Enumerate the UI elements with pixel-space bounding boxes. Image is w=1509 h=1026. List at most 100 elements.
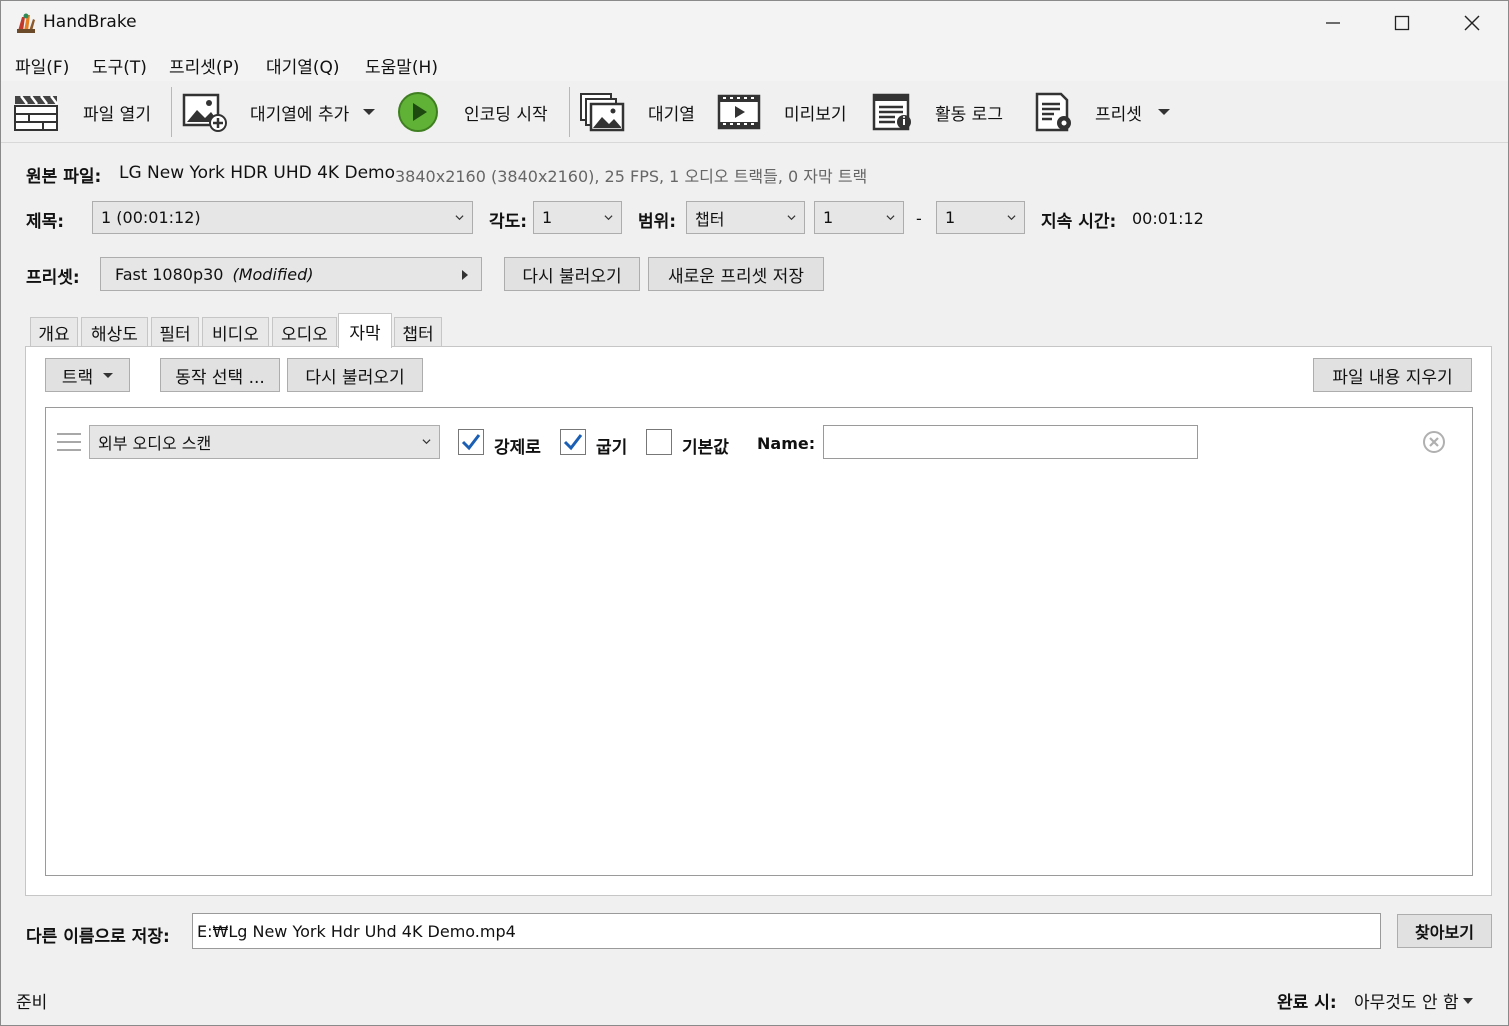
when-done-label: 완료 시:	[1277, 993, 1337, 1013]
start-encode-label: 인코딩 시작	[464, 104, 548, 125]
forced-label: 강제로	[494, 438, 541, 458]
play-icon	[398, 92, 438, 132]
range-label: 범위:	[638, 212, 677, 232]
angle-select[interactable]: 1	[533, 201, 622, 234]
add-to-queue-label: 대기열에 추가	[250, 104, 350, 125]
menu-help[interactable]: 도움말(H)	[365, 53, 438, 78]
preview-label: 미리보기	[784, 104, 847, 125]
menu-presets[interactable]: 프리셋(P)	[169, 53, 239, 78]
preset-modified: (Modified)	[232, 264, 314, 284]
toolbar-separator	[569, 87, 570, 137]
subtitle-track-list	[45, 407, 1473, 876]
chevron-down-icon	[886, 214, 895, 220]
destination-path-input[interactable]: E:₩Lg New York Hdr Uhd 4K Demo.mp4	[192, 913, 1381, 949]
range-start-select[interactable]: 1	[814, 201, 904, 234]
menu-bar: 파일(F) 도구(T) 프리셋(P) 대기열(Q) 도움말(H)	[1, 45, 1508, 81]
open-file-label: 파일 열기	[83, 104, 151, 125]
burn-in-label: 굽기	[596, 438, 628, 458]
handbrake-window: HandBrake 파일(F) 도구(T) 프리셋(P) 대기열(Q) 도움말(…	[0, 0, 1509, 1026]
maximize-button[interactable]	[1367, 1, 1437, 45]
tab-video[interactable]: 비디오	[202, 317, 269, 347]
burn-in-checkbox[interactable]	[560, 429, 586, 455]
queue-label: 대기열	[648, 104, 695, 125]
close-button[interactable]	[1437, 1, 1507, 45]
tab-summary[interactable]: 개요	[30, 317, 78, 347]
browse-button[interactable]: 찾아보기	[1397, 914, 1492, 948]
open-file-button[interactable]: 파일 열기	[13, 81, 151, 143]
menu-file[interactable]: 파일(F)	[15, 53, 69, 78]
queue-button[interactable]: 대기열	[579, 81, 695, 143]
range-dash: -	[916, 209, 922, 228]
toolbar: 파일 열기 대기열에 추가 인코딩 시작 대기열 미리보기 활동 로그 프리셋	[1, 81, 1508, 143]
minimize-button[interactable]	[1298, 1, 1368, 45]
save-new-preset-button[interactable]: 새로운 프리셋 저장	[648, 257, 824, 291]
title-select-value: 1 (00:01:12)	[101, 208, 201, 227]
tracks-dropdown-icon	[103, 372, 114, 378]
title-label: 제목:	[26, 212, 65, 232]
activity-log-icon	[872, 93, 911, 131]
tab-filters[interactable]: 필터	[151, 317, 199, 347]
window-title: HandBrake	[43, 12, 137, 32]
add-to-queue-dropdown-icon[interactable]	[363, 109, 376, 115]
range-type-select[interactable]: 챕터	[686, 201, 805, 234]
forced-checkbox[interactable]	[458, 429, 484, 455]
track-name-input[interactable]	[823, 425, 1198, 459]
clear-subtitles-button[interactable]: 파일 내용 지우기	[1313, 358, 1472, 392]
angle-select-value: 1	[542, 208, 553, 227]
chevron-down-icon	[787, 214, 796, 220]
presets-button[interactable]: 프리셋	[1031, 81, 1170, 143]
presets-dropdown-icon[interactable]	[1157, 109, 1170, 115]
activity-log-button[interactable]: 활동 로그	[869, 81, 1003, 143]
title-bar: HandBrake	[1, 1, 1508, 45]
behavior-button[interactable]: 동작 선택 ...	[160, 358, 280, 392]
add-image-icon	[182, 93, 227, 132]
tab-audio[interactable]: 오디오	[272, 317, 337, 347]
tab-chapters[interactable]: 챕터	[394, 317, 442, 347]
save-as-label: 다른 이름으로 저장:	[26, 927, 170, 947]
close-icon	[1464, 15, 1480, 31]
add-to-queue-button[interactable]: 대기열에 추가	[181, 81, 376, 143]
preview-button[interactable]: 미리보기	[716, 81, 847, 143]
subtitle-source-value: 외부 오디오 스캔	[98, 434, 212, 453]
reload-subtitles-button[interactable]: 다시 불러오기	[287, 358, 423, 392]
preset-settings-icon	[1035, 92, 1071, 132]
status-text: 준비	[16, 993, 48, 1013]
when-done-value: 아무것도 안 함	[1354, 993, 1459, 1013]
tracks-button[interactable]: 트랙	[45, 358, 130, 392]
menu-queue[interactable]: 대기열(Q)	[266, 53, 340, 78]
preset-selector[interactable]: Fast 1080p30 (Modified)	[100, 257, 482, 291]
chevron-down-icon	[1007, 214, 1016, 220]
film-preview-icon	[717, 94, 761, 130]
start-encode-button[interactable]: 인코딩 시작	[397, 81, 548, 143]
range-end-value: 1	[945, 208, 956, 227]
chevron-down-icon	[455, 214, 464, 220]
track-name-label: Name:	[757, 434, 816, 453]
source-name: LG New York HDR UHD 4K Demo	[119, 163, 395, 183]
preset-name: Fast 1080p30	[115, 264, 224, 284]
range-end-select[interactable]: 1	[936, 201, 1025, 234]
angle-label: 각도:	[489, 212, 528, 232]
when-done-dropdown[interactable]: 아무것도 안 함	[1354, 988, 1473, 1013]
source-label: 원본 파일:	[26, 167, 102, 187]
handbrake-logo-icon	[17, 13, 35, 33]
minimize-icon	[1326, 22, 1340, 24]
menu-tools[interactable]: 도구(T)	[92, 53, 147, 78]
presets-label: 프리셋	[1095, 104, 1142, 125]
preset-label: 프리셋:	[26, 268, 80, 288]
tab-subtitles[interactable]: 자막	[338, 313, 392, 348]
maximize-icon	[1394, 15, 1410, 31]
chevron-down-icon	[1462, 997, 1473, 1004]
range-start-value: 1	[823, 208, 834, 227]
queue-images-icon	[580, 93, 625, 132]
title-select[interactable]: 1 (00:01:12)	[92, 201, 473, 234]
checkmark-icon	[461, 434, 481, 451]
duration-label: 지속 시간:	[1041, 212, 1117, 232]
source-info: 3840x2160 (3840x2160), 25 FPS, 1 오디오 트랙들…	[395, 167, 868, 186]
drag-handle-icon[interactable]	[57, 432, 81, 452]
default-checkbox[interactable]	[646, 429, 672, 455]
tab-dimensions[interactable]: 해상도	[81, 317, 148, 347]
chevron-down-icon	[422, 439, 431, 445]
remove-track-icon[interactable]	[1422, 430, 1446, 454]
reload-preset-button[interactable]: 다시 불러오기	[504, 257, 640, 291]
subtitle-source-select[interactable]: 외부 오디오 스캔	[89, 425, 440, 459]
